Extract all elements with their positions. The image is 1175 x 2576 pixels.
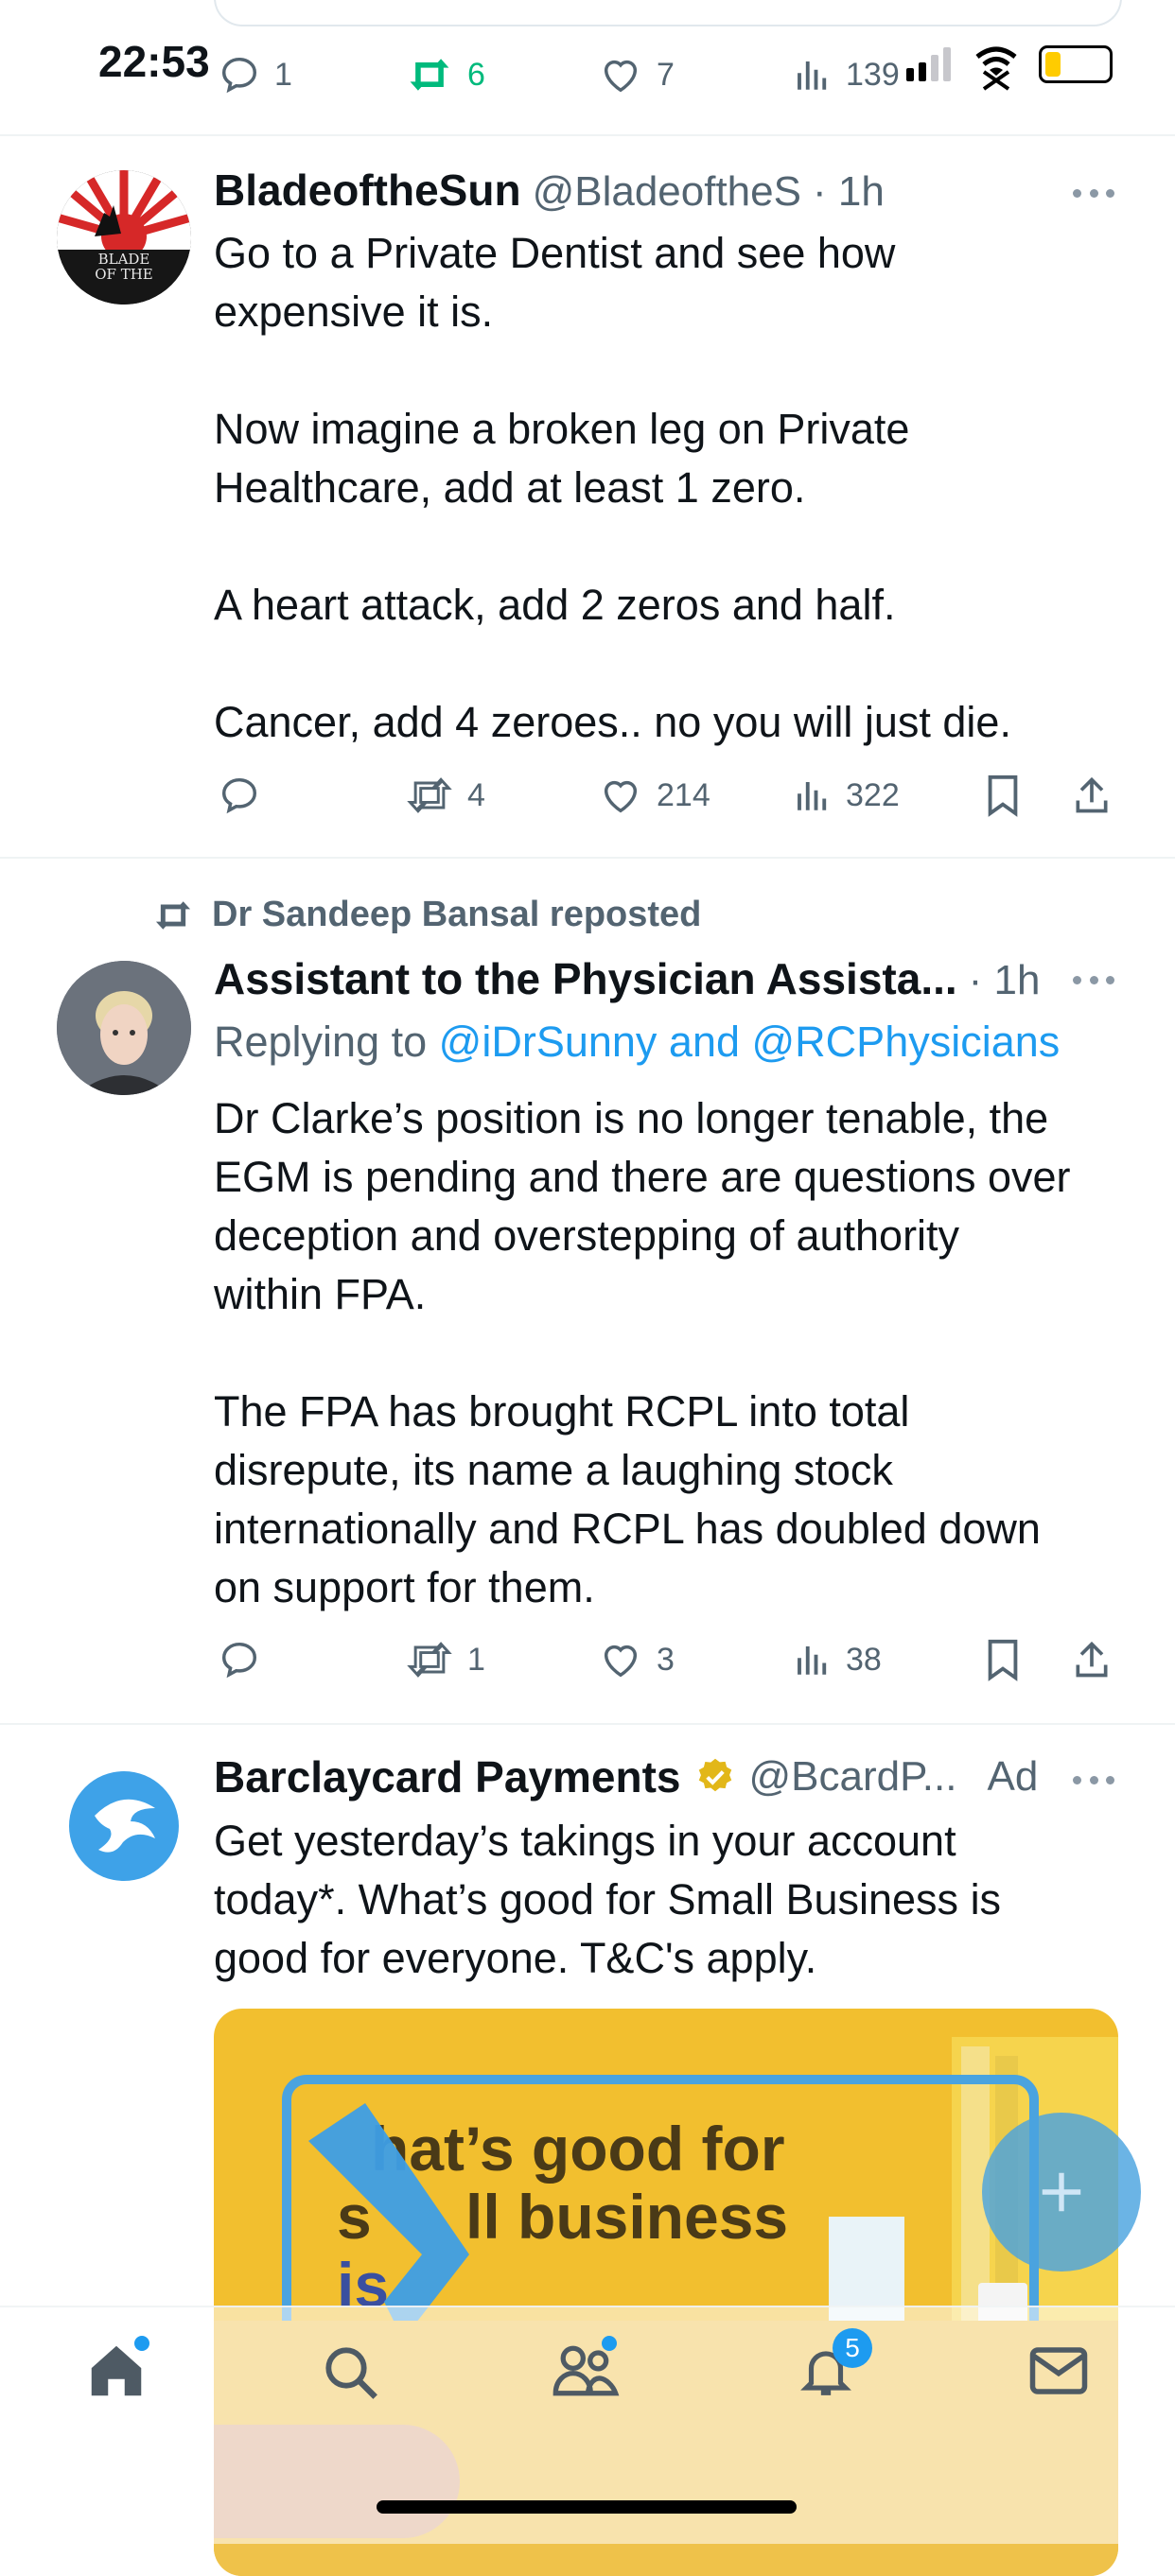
tweet-divider bbox=[0, 134, 1175, 136]
home-tab[interactable] bbox=[83, 2336, 149, 2409]
home-indicator bbox=[377, 2500, 797, 2514]
reply-icon bbox=[221, 777, 257, 814]
replying-to-handles[interactable]: @iDrSunny and @RCPhysicians bbox=[439, 1018, 1061, 1066]
communities-unread-dot bbox=[602, 2336, 617, 2351]
search-tab[interactable] bbox=[320, 2341, 380, 2407]
more-options-icon[interactable] bbox=[1073, 976, 1114, 985]
tweet-divider bbox=[0, 857, 1175, 859]
tweet-body: Get yesterday’s takings in your account … bbox=[214, 1817, 1002, 1982]
avatar-assistant-physician[interactable] bbox=[57, 961, 191, 1095]
ad-label: Ad bbox=[987, 1753, 1039, 1800]
prev-retweet-count: 6 bbox=[467, 56, 485, 93]
tweet-body: Dr Clarke’s position is no longer tenabl… bbox=[214, 1094, 1071, 1611]
retweet-icon bbox=[155, 900, 191, 930]
author-name[interactable]: BladeoftheSun bbox=[214, 165, 521, 216]
heart-icon bbox=[604, 780, 638, 813]
notifications-tab[interactable]: 5 bbox=[797, 2328, 872, 2407]
author-name[interactable]: Barclaycard Payments bbox=[214, 1751, 681, 1802]
reply-button[interactable] bbox=[218, 774, 261, 817]
tweet-header-3: Barclaycard Payments @BcardP... Ad bbox=[214, 1751, 1038, 1802]
tweet-header-2: Assistant to the Physician Assista... · … bbox=[214, 953, 1122, 1004]
verified-badge-icon bbox=[698, 1758, 731, 1792]
author-handle[interactable]: @BladeoftheS bbox=[533, 168, 801, 216]
views-count: 322 bbox=[846, 776, 900, 813]
communities-tab[interactable] bbox=[551, 2336, 621, 2407]
tweet-time[interactable]: · 1h bbox=[813, 168, 885, 216]
arrow-graphic bbox=[308, 2103, 469, 2340]
compose-button[interactable] bbox=[982, 2113, 1141, 2271]
like-count: 214 bbox=[657, 776, 710, 813]
bookmark-icon bbox=[988, 1639, 1018, 1681]
prev-views-button[interactable]: 139 bbox=[793, 53, 900, 96]
home-unread-dot bbox=[134, 2336, 149, 2351]
share-button[interactable] bbox=[1071, 774, 1113, 817]
tweet-time[interactable]: · 1h bbox=[969, 957, 1041, 1004]
previous-tweet-card-edge bbox=[214, 0, 1122, 26]
heart-icon bbox=[604, 1645, 638, 1678]
like-button[interactable]: 214 bbox=[598, 774, 710, 817]
share-button[interactable] bbox=[1071, 1638, 1113, 1681]
avatar-overlay-text: BLADE OF THE bbox=[95, 251, 153, 283]
retweet-button[interactable]: 4 bbox=[405, 774, 485, 817]
views-button[interactable]: 322 bbox=[793, 774, 900, 817]
views-icon bbox=[798, 61, 827, 90]
prev-reply-count: 1 bbox=[274, 56, 292, 93]
prev-views-count: 139 bbox=[846, 56, 900, 93]
mail-icon bbox=[1029, 2347, 1088, 2394]
ad-headline-line-2: ll business bbox=[465, 2182, 789, 2252]
views-count: 38 bbox=[846, 1641, 882, 1678]
views-icon bbox=[798, 1646, 827, 1675]
author-name[interactable]: Assistant to the Physician Assista... bbox=[214, 953, 957, 1004]
bookmark-button[interactable] bbox=[984, 774, 1022, 817]
portrait-avatar-image bbox=[57, 961, 191, 1095]
prev-like-count: 7 bbox=[657, 56, 675, 93]
messages-tab[interactable] bbox=[1027, 2343, 1090, 2403]
views-icon bbox=[798, 782, 827, 810]
tweet-header-1: BladeoftheSun @BladeoftheS · 1h bbox=[214, 165, 885, 216]
heart-icon bbox=[604, 60, 638, 93]
search-icon bbox=[325, 2347, 377, 2399]
wifi-icon bbox=[974, 44, 1018, 96]
share-icon bbox=[1076, 776, 1108, 813]
plus-icon bbox=[1042, 2172, 1081, 2212]
replying-prefix: Replying to bbox=[214, 1018, 428, 1066]
replying-to: Replying to @iDrSunny and @RCPhysicians bbox=[214, 1018, 1060, 1067]
barclaycard-logo bbox=[69, 1771, 179, 1881]
retweet-icon bbox=[407, 1642, 452, 1678]
bookmark-icon bbox=[988, 775, 1018, 817]
battery-icon bbox=[1039, 45, 1113, 83]
reply-icon bbox=[221, 57, 257, 94]
status-time: 22:53 bbox=[98, 37, 210, 86]
signal-icon bbox=[906, 47, 951, 81]
prev-like-button[interactable]: 7 bbox=[598, 53, 675, 96]
like-count: 3 bbox=[657, 1641, 675, 1678]
avatar-bladeofthesun[interactable]: BLADE OF THE bbox=[57, 170, 191, 305]
retweet-count: 4 bbox=[467, 776, 485, 813]
rising-sun-avatar-image bbox=[57, 170, 191, 305]
notifications-badge: 5 bbox=[833, 2328, 872, 2368]
retweet-icon bbox=[410, 59, 449, 91]
retweet-count: 1 bbox=[467, 1641, 485, 1678]
more-options-icon[interactable] bbox=[1073, 189, 1114, 199]
repost-indicator[interactable]: Dr Sandeep Bansal reposted bbox=[151, 895, 701, 935]
bookmark-button[interactable] bbox=[984, 1638, 1022, 1681]
prev-reply-button[interactable]: 1 bbox=[218, 53, 292, 96]
retweet-icon bbox=[407, 777, 452, 813]
tweet-body: Go to a Private Dentist and see how expe… bbox=[214, 229, 1011, 746]
prev-retweet-button[interactable]: 6 bbox=[405, 53, 485, 96]
share-icon bbox=[1076, 1641, 1108, 1678]
tweet-divider bbox=[0, 1723, 1175, 1725]
retweet-button[interactable]: 1 bbox=[405, 1638, 485, 1681]
avatar-barclaycard[interactable] bbox=[57, 1759, 191, 1893]
reply-button[interactable] bbox=[218, 1638, 261, 1681]
reply-icon bbox=[221, 1642, 257, 1679]
repost-label: Dr Sandeep Bansal reposted bbox=[212, 895, 702, 934]
like-button[interactable]: 3 bbox=[598, 1638, 675, 1681]
author-handle[interactable]: @BcardP... bbox=[749, 1753, 957, 1801]
more-options-icon[interactable] bbox=[1073, 1776, 1114, 1785]
views-button[interactable]: 38 bbox=[793, 1638, 882, 1681]
